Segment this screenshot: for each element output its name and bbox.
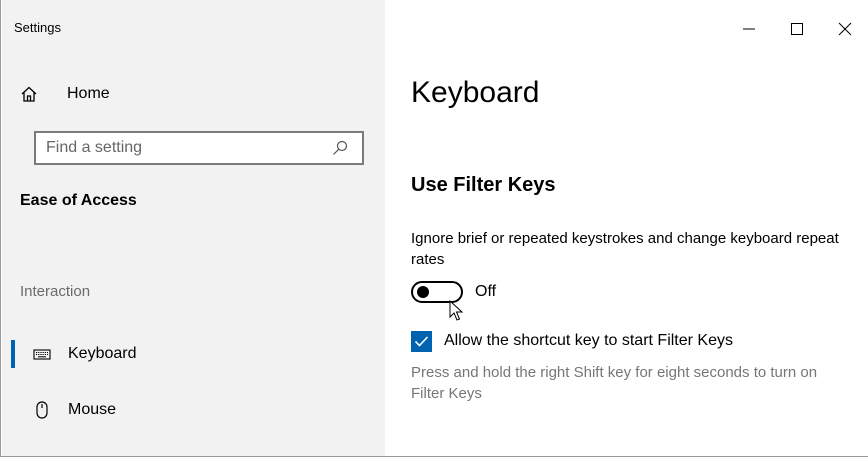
- shortcut-checkbox-row: Allow the shortcut key to start Filter K…: [411, 330, 733, 352]
- home-icon: [21, 86, 37, 102]
- close-icon: [838, 22, 852, 36]
- window-controls: [725, 14, 868, 44]
- close-button[interactable]: [821, 14, 868, 44]
- maximize-icon: [791, 23, 803, 35]
- toggle-state-label: Off: [475, 283, 497, 300]
- shortcut-checkbox-label: Allow the shortcut key to start Filter K…: [444, 332, 733, 349]
- search-placeholder: Find a setting: [46, 139, 143, 156]
- sidebar: Settings Home Find a setting Ease of Acc…: [2, 0, 385, 456]
- toggle-knob: [417, 286, 429, 298]
- home-label: Home: [67, 85, 110, 102]
- filter-keys-description: Ignore brief or repeated keystrokes and …: [411, 230, 839, 268]
- sidebar-item-label: Mouse: [68, 401, 117, 418]
- search-input[interactable]: Find a setting: [34, 131, 364, 165]
- section-heading: Ease of Access: [20, 192, 137, 209]
- sidebar-item-mouse[interactable]: Mouse: [2, 390, 382, 430]
- mouse-icon: [36, 401, 48, 419]
- minimize-icon: [743, 28, 755, 30]
- selected-indicator: [11, 340, 15, 368]
- sidebar-item-home[interactable]: Home: [20, 80, 360, 108]
- checkmark-icon: [414, 335, 429, 347]
- group-label: Interaction: [20, 283, 91, 300]
- sidebar-item-keyboard[interactable]: Keyboard: [2, 334, 382, 374]
- mouse-cursor-icon: [449, 300, 464, 321]
- minimize-button[interactable]: [725, 14, 773, 44]
- shortcut-checkbox[interactable]: [411, 330, 432, 352]
- shortcut-hint: Press and hold the right Shift key for e…: [411, 364, 818, 402]
- settings-window: Settings Home Find a setting Ease of Acc…: [0, 0, 868, 457]
- maximize-button[interactable]: [773, 14, 821, 44]
- keyboard-icon: [33, 349, 51, 360]
- sidebar-item-label: Keyboard: [68, 345, 137, 362]
- app-title: Settings: [14, 20, 61, 35]
- search-icon[interactable]: [332, 140, 348, 156]
- section-title: Use Filter Keys: [411, 174, 556, 196]
- page-title: Keyboard: [411, 76, 540, 109]
- main-content: Keyboard Use Filter Keys Ignore brief or…: [385, 0, 868, 456]
